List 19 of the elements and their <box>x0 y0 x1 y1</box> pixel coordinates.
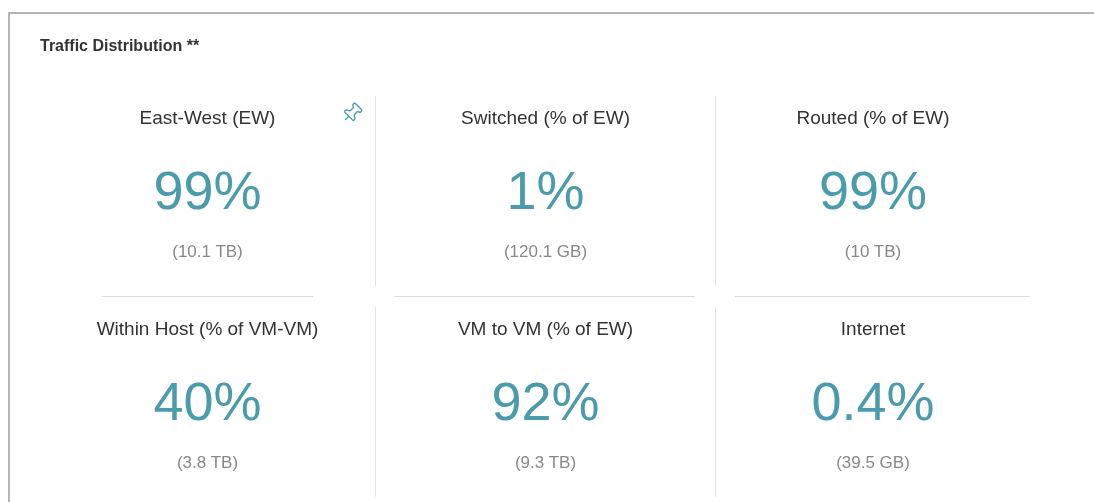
metric-label: VM to VM (% of EW) <box>457 317 634 341</box>
metric-label: Within Host (% of VM-VM) <box>96 317 319 341</box>
metric-value: 1% <box>506 162 585 217</box>
metric-label: Switched (% of EW) <box>461 106 630 130</box>
metric-value: 40% <box>153 373 262 428</box>
metric-detail: (10 TB) <box>844 240 902 263</box>
metric-value: 99% <box>818 162 928 217</box>
metric-detail: (39.5 GB) <box>836 451 910 474</box>
metric-value: 99% <box>153 162 262 217</box>
metric-label: East-West (EW) <box>139 106 276 130</box>
metric-label: Routed (% of EW) <box>796 106 950 130</box>
panel-title: Traffic Distribution ** <box>40 36 201 56</box>
metric-detail: (10.1 TB) <box>172 240 243 263</box>
metric-value: 92% <box>491 373 600 428</box>
metric-detail: (3.8 TB) <box>176 451 239 474</box>
metric-value: 0.4% <box>811 373 935 428</box>
metric-label: Internet <box>840 317 906 341</box>
metric-detail: (120.1 GB) <box>503 240 588 263</box>
metric-detail: (9.3 TB) <box>514 451 577 474</box>
